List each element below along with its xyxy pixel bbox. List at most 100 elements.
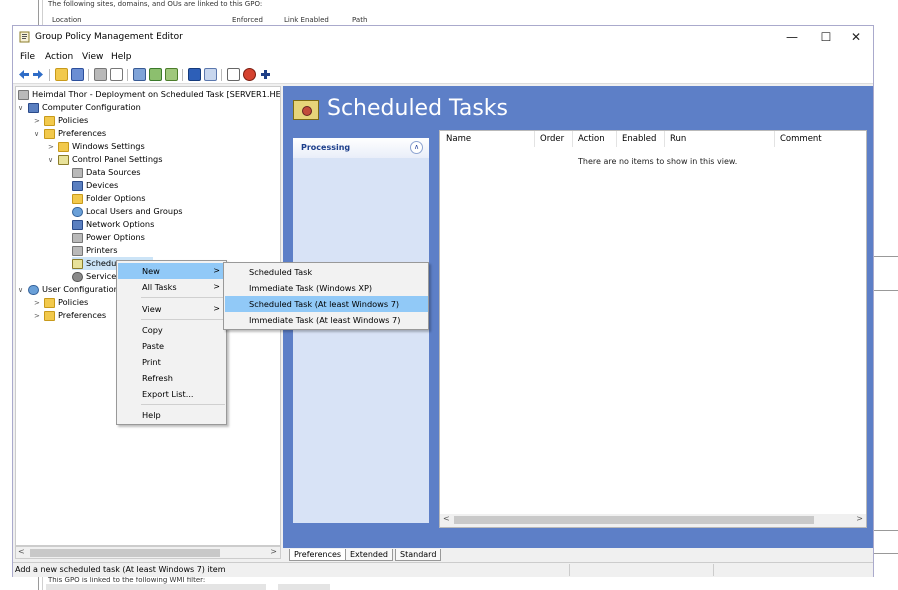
close-button[interactable]: ✕ xyxy=(839,26,873,48)
tab-extended[interactable]: Extended xyxy=(345,549,393,561)
users-icon xyxy=(72,206,83,217)
context-menu-all-tasks[interactable]: All Tasks > xyxy=(118,279,226,295)
collapse-chevron-icon[interactable]: ∧ xyxy=(410,141,423,154)
add-icon[interactable] xyxy=(259,68,272,81)
properties-icon[interactable] xyxy=(204,68,217,81)
column-header-action[interactable]: Action xyxy=(578,134,605,144)
folder-icon xyxy=(44,128,55,139)
tree-item-folder-options[interactable]: Folder Options xyxy=(72,192,146,205)
print-icon[interactable] xyxy=(133,68,146,81)
tree-item-gpo-root[interactable]: Heimdal Thor - Deployment on Scheduled T… xyxy=(18,88,280,101)
tree-item-user-preferences[interactable]: > Preferences xyxy=(34,309,106,322)
tree-item-preferences[interactable]: ∨ Preferences xyxy=(34,127,106,140)
menu-file[interactable]: File xyxy=(20,52,35,62)
scrollbar-thumb[interactable] xyxy=(454,516,814,524)
computer-icon xyxy=(28,102,39,113)
submenu-immediate-task-win7[interactable]: Immediate Task (At least Windows 7) xyxy=(225,312,428,328)
menu-item-label: Copy xyxy=(142,325,163,335)
context-menu-view[interactable]: View > xyxy=(118,301,226,317)
tree-item-local-users-groups[interactable]: Local Users and Groups xyxy=(72,205,183,218)
background-divider xyxy=(874,256,898,257)
title-bar[interactable]: Group Policy Management Editor — ☐ ✕ xyxy=(13,26,873,48)
copy-icon[interactable] xyxy=(94,68,107,81)
new-item-icon[interactable] xyxy=(227,68,240,81)
forward-arrow-icon[interactable] xyxy=(32,68,45,81)
menu-action[interactable]: Action xyxy=(45,52,73,62)
tree-item-control-panel-settings[interactable]: ∨ Control Panel Settings xyxy=(48,153,162,166)
background-link-text: The following sites, domains, and OUs ar… xyxy=(48,0,263,8)
tree-item-data-sources[interactable]: Data Sources xyxy=(72,166,141,179)
scheduled-task-icon xyxy=(72,258,83,269)
column-separator[interactable] xyxy=(572,131,573,147)
refresh-icon[interactable] xyxy=(149,68,162,81)
chevron-right-icon[interactable]: > xyxy=(34,310,44,323)
column-header-order[interactable]: Order xyxy=(540,134,564,144)
column-header-run[interactable]: Run xyxy=(670,134,686,144)
tree-horizontal-scrollbar[interactable]: < > xyxy=(15,546,281,559)
scroll-left-icon[interactable]: < xyxy=(443,514,450,523)
tree-item-policies[interactable]: > Policies xyxy=(34,114,88,127)
submenu-scheduled-task-win7[interactable]: Scheduled Task (At least Windows 7) xyxy=(225,296,428,312)
processing-header[interactable]: Processing ∧ xyxy=(293,138,429,158)
maximize-button[interactable]: ☐ xyxy=(809,26,843,48)
menu-view[interactable]: View xyxy=(82,52,103,62)
context-menu-refresh[interactable]: Refresh xyxy=(118,370,226,386)
toolbar-separator xyxy=(49,69,50,81)
context-menu-export-list[interactable]: Export List... xyxy=(118,386,226,402)
tab-standard[interactable]: Standard xyxy=(395,549,442,561)
column-header-comment[interactable]: Comment xyxy=(780,134,822,144)
folder-icon xyxy=(44,115,55,126)
tree-item-services[interactable]: Services xyxy=(72,270,121,283)
column-separator[interactable] xyxy=(774,131,775,147)
column-separator[interactable] xyxy=(616,131,617,147)
back-arrow-icon[interactable] xyxy=(17,68,30,81)
tree-item-user-configuration[interactable]: ∨ User Configuration xyxy=(18,283,119,296)
tree-item-printers[interactable]: Printers xyxy=(72,244,118,257)
status-text: Add a new scheduled task (At least Windo… xyxy=(15,565,226,574)
context-menu-print[interactable]: Print xyxy=(118,354,226,370)
stop-icon[interactable] xyxy=(243,68,256,81)
scrollbar-thumb[interactable] xyxy=(30,549,220,557)
show-hide-tree-icon[interactable] xyxy=(71,68,84,81)
gpo-icon xyxy=(18,89,29,100)
tree-item-user-policies[interactable]: > Policies xyxy=(34,296,88,309)
help-icon[interactable] xyxy=(188,68,201,81)
submenu-scheduled-task[interactable]: Scheduled Task xyxy=(225,264,428,280)
column-separator[interactable] xyxy=(534,131,535,147)
up-folder-icon[interactable] xyxy=(55,68,68,81)
chevron-down-icon[interactable]: ∨ xyxy=(48,154,58,167)
tree-item-computer-configuration[interactable]: ∨ Computer Configuration xyxy=(18,101,141,114)
minimize-button[interactable]: — xyxy=(775,26,809,48)
chevron-down-icon[interactable]: ∨ xyxy=(18,284,28,297)
tree-item-label: Computer Configuration xyxy=(42,102,141,112)
tree-item-windows-settings[interactable]: > Windows Settings xyxy=(48,140,145,153)
tab-preferences[interactable]: Preferences xyxy=(289,549,347,561)
list-horizontal-scrollbar[interactable]: < > xyxy=(440,514,866,527)
tree-item-network-options[interactable]: Network Options xyxy=(72,218,154,231)
tree-item-label: Windows Settings xyxy=(72,141,145,151)
export-list-icon[interactable] xyxy=(165,68,178,81)
scroll-right-icon[interactable]: > xyxy=(856,514,863,523)
tree-item-label: User Configuration xyxy=(42,284,119,294)
menu-separator xyxy=(141,404,225,405)
tree-item-devices[interactable]: Devices xyxy=(72,179,118,192)
submenu-immediate-task-xp[interactable]: Immediate Task (Windows XP) xyxy=(225,280,428,296)
column-separator[interactable] xyxy=(664,131,665,147)
scroll-left-icon[interactable]: < xyxy=(18,547,25,556)
paste-icon[interactable] xyxy=(110,68,123,81)
scroll-right-icon[interactable]: > xyxy=(270,547,277,556)
column-header-name[interactable]: Name xyxy=(446,134,471,144)
toolbar xyxy=(13,66,873,84)
chevron-down-icon[interactable]: ∨ xyxy=(18,102,28,115)
context-menu-new[interactable]: New > xyxy=(118,263,226,279)
context-menu-help[interactable]: Help xyxy=(118,407,226,423)
tree-item-power-options[interactable]: Power Options xyxy=(72,231,145,244)
scheduled-tasks-header-icon xyxy=(293,100,319,120)
tree-item-label: Preferences xyxy=(58,310,107,320)
menu-help[interactable]: Help xyxy=(111,52,132,62)
background-open-button xyxy=(278,584,330,590)
context-menu-copy[interactable]: Copy xyxy=(118,322,226,338)
column-header-enabled[interactable]: Enabled xyxy=(622,134,656,144)
chevron-down-icon[interactable]: ∨ xyxy=(34,128,44,141)
context-menu-paste[interactable]: Paste xyxy=(118,338,226,354)
